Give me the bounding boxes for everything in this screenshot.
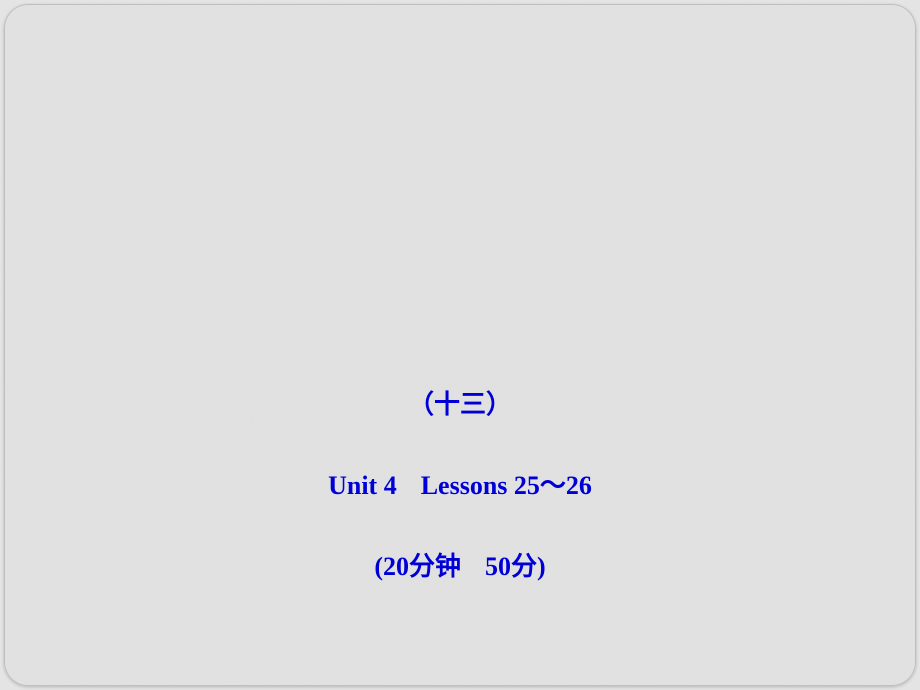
minutes-label: 分钟 — [409, 552, 461, 581]
points-label: 分 — [511, 552, 537, 581]
slide-content: （十三） Unit 4 Lessons 25～26 (20分钟 50分) — [4, 384, 916, 583]
paren-close: ) — [537, 552, 546, 581]
slide-container: （十三） Unit 4 Lessons 25～26 (20分钟 50分) — [4, 4, 916, 686]
slide-title-number: （十三） — [4, 384, 916, 421]
unit-label: Unit 4 — [328, 471, 397, 500]
lessons-label: Lessons 25～26 — [421, 471, 592, 500]
slide-unit-lessons: Unit 4 Lessons 25～26 — [4, 465, 916, 502]
paren-open-time: (20 — [374, 552, 409, 581]
score-number: 50 — [485, 552, 511, 581]
slide-time-score: (20分钟 50分) — [4, 546, 916, 583]
